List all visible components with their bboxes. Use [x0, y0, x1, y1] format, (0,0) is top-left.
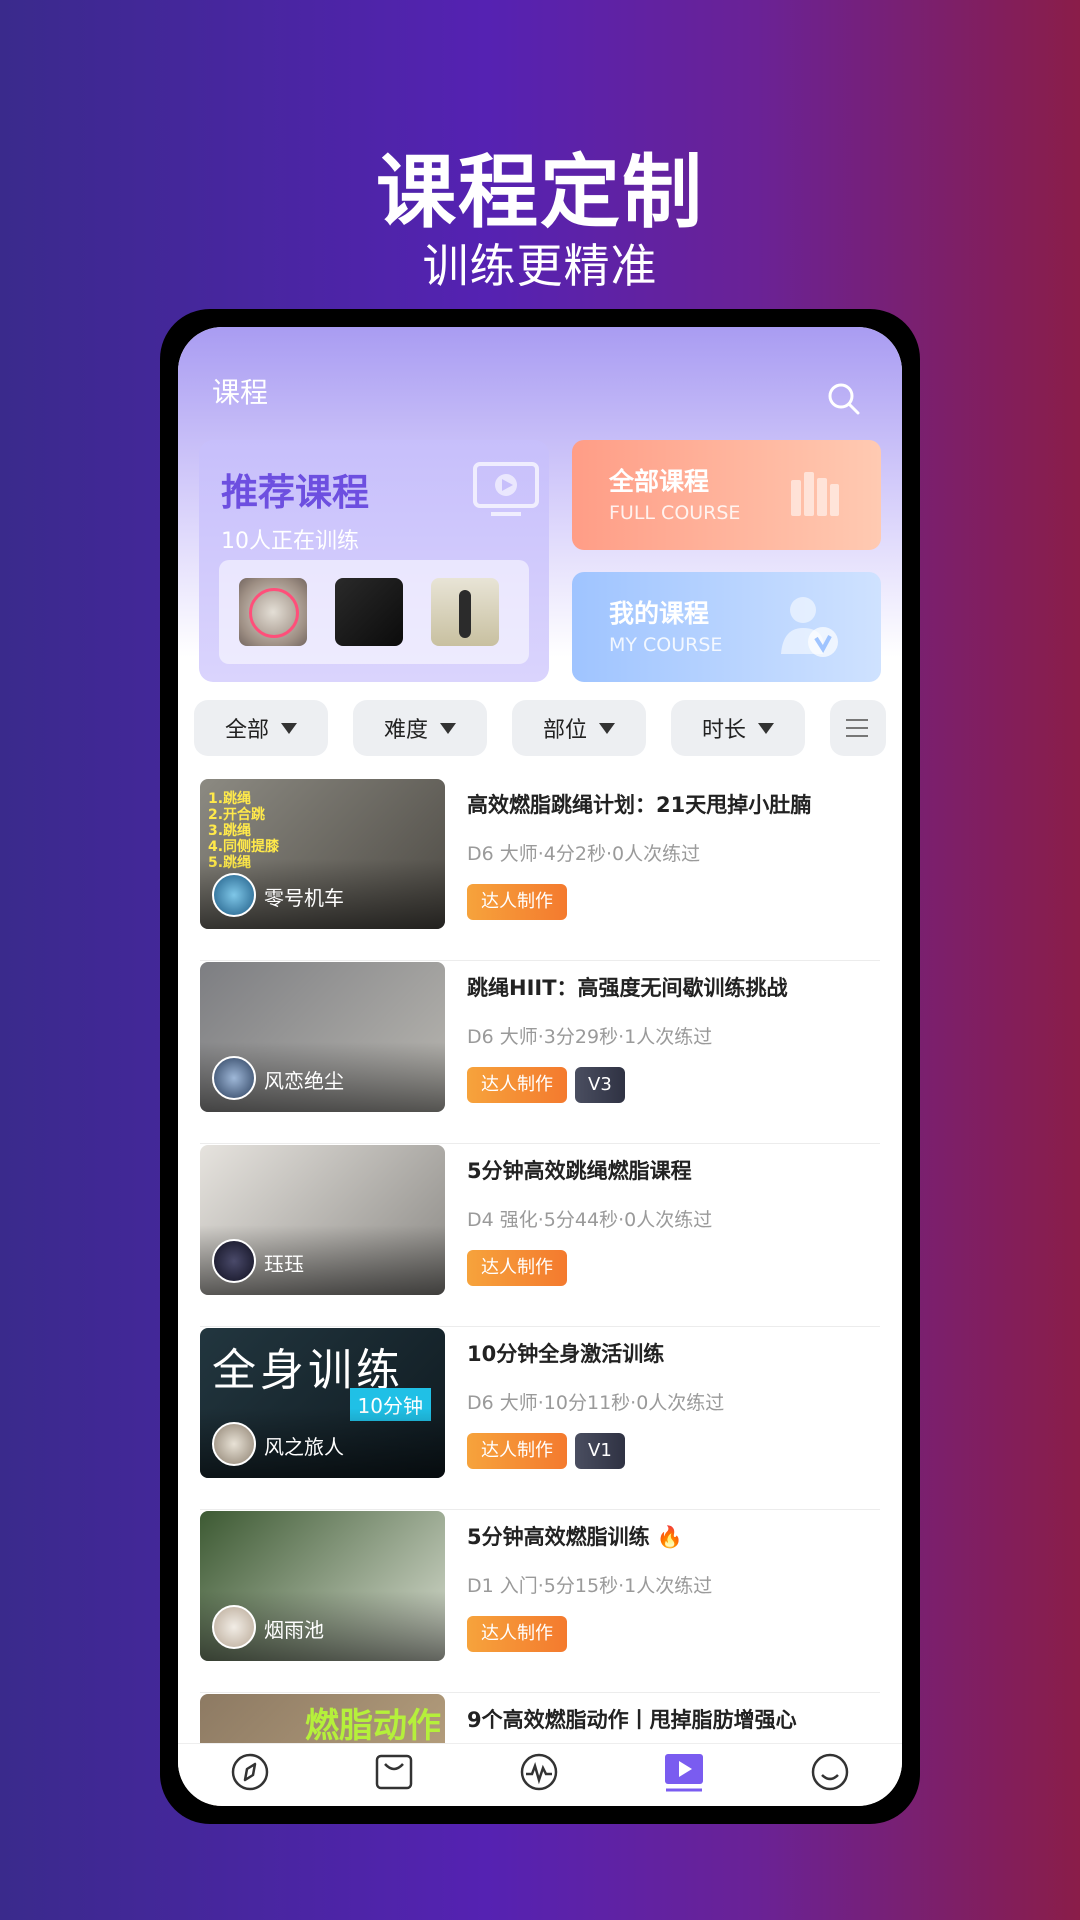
page-title: 课程: [212, 376, 269, 409]
bottom-tab-bar: [178, 1743, 902, 1806]
course-title: 5分钟高效跳绳燃脂课程: [467, 1159, 692, 1183]
app-screen: 课程 推荐课程 10人正在训练 全部课程 FULL COURSE 我的课程 MY…: [178, 327, 902, 1806]
level-badge: V3: [575, 1067, 625, 1103]
filter-difficulty-label: 难度: [383, 718, 428, 743]
recommend-card[interactable]: 推荐课程 10人正在训练: [199, 440, 549, 682]
creator-badge: 达人制作: [467, 1433, 567, 1469]
course-title: 9个高效燃脂动作丨甩掉脂肪增强心: [467, 1708, 797, 1732]
course-item[interactable]: 珏珏 5分钟高效跳绳燃脂课程 D4 强化·5分44秒·0人次练过 达人制作: [200, 1145, 880, 1327]
course-thumbnail: 珏珏: [200, 1145, 445, 1295]
course-thumbnail: 风恋绝尘: [200, 962, 445, 1112]
filter-difficulty[interactable]: 难度: [353, 700, 487, 756]
course-author: 珏珏: [264, 1252, 304, 1276]
all-course-title: 全部课程: [609, 467, 710, 496]
recommend-thumb-2[interactable]: [335, 578, 403, 646]
caret-down-icon: [440, 722, 456, 734]
course-title: 跳绳HIIT：高强度无间歇训练挑战: [467, 976, 788, 1000]
activity-icon[interactable]: [517, 1750, 561, 1794]
all-course-subtitle: FULL COURSE: [609, 502, 741, 524]
verified-user-icon: [781, 597, 838, 657]
avatar: [212, 1056, 256, 1100]
caret-down-icon: [758, 722, 774, 734]
smile-icon[interactable]: [808, 1750, 852, 1794]
recommend-thumb-3[interactable]: [431, 578, 499, 646]
course-title: 10分钟全身激活训练: [467, 1342, 665, 1366]
avatar: [212, 873, 256, 917]
video-screen-icon: [473, 462, 539, 516]
filter-body-part-label: 部位: [542, 718, 587, 743]
avatar: [212, 1605, 256, 1649]
caret-down-icon: [281, 722, 297, 734]
recommend-title: 推荐课程: [221, 471, 369, 514]
course-item[interactable]: 全身训练 10分钟 风之旅人 10分钟全身激活训练 D6 大师·10分11秒·0…: [200, 1328, 880, 1510]
course-item[interactable]: 1.跳绳 2.开合跳 3.跳绳 4.同侧提膝 5.跳绳 零号机车 高效燃脂跳绳计…: [200, 779, 880, 961]
course-item[interactable]: 烟雨池 5分钟高效燃脂训练 🔥 D1 入门·5分15秒·1人次练过 达人制作: [200, 1511, 880, 1693]
my-course-subtitle: MY COURSE: [609, 634, 723, 656]
filter-duration-label: 时长: [701, 718, 746, 743]
course-author: 烟雨池: [264, 1618, 324, 1642]
caret-down-icon: [599, 722, 615, 734]
my-course-card[interactable]: 我的课程 MY COURSE: [572, 572, 881, 682]
creator-badge: 达人制作: [467, 1067, 567, 1103]
course-meta: D1 入门·5分15秒·1人次练过: [467, 1575, 713, 1597]
course-meta: D4 强化·5分44秒·0人次练过: [467, 1209, 713, 1231]
filter-row: 全部 难度 部位 时长: [194, 700, 894, 758]
filter-menu-icon[interactable]: [830, 700, 886, 756]
course-thumbnail: 烟雨池: [200, 1511, 445, 1661]
avatar: [212, 1239, 256, 1283]
phone-frame: 课程 推荐课程 10人正在训练 全部课程 FULL COURSE 我的课程 MY…: [160, 309, 920, 1824]
course-author: 零号机车: [264, 886, 344, 910]
thumb-overlay-text: 燃脂动作: [305, 1706, 441, 1746]
course-title: 高效燃脂跳绳计划：21天甩掉小肚腩: [467, 793, 812, 817]
course-author: 风之旅人: [264, 1435, 344, 1459]
course-thumbnail: 1.跳绳 2.开合跳 3.跳绳 4.同侧提膝 5.跳绳 零号机车: [200, 779, 445, 929]
avatar: [212, 1422, 256, 1466]
course-thumbnail: 全身训练 10分钟 风之旅人: [200, 1328, 445, 1478]
course-title: 5分钟高效燃脂训练 🔥: [467, 1525, 684, 1549]
all-course-card[interactable]: 全部课程 FULL COURSE: [572, 440, 881, 550]
course-meta: D6 大师·10分11秒·0人次练过: [467, 1392, 725, 1414]
filter-duration[interactable]: 时长: [671, 700, 805, 756]
inbox-icon[interactable]: [372, 1750, 416, 1794]
header-background: 课程 推荐课程 10人正在训练 全部课程 FULL COURSE 我的课程 MY…: [178, 327, 902, 682]
level-badge: V1: [575, 1433, 625, 1469]
creator-badge: 达人制作: [467, 884, 567, 920]
creator-badge: 达人制作: [467, 1250, 567, 1286]
my-course-title: 我的课程: [609, 599, 710, 628]
course-meta: D6 大师·4分2秒·0人次练过: [467, 843, 701, 865]
filter-all[interactable]: 全部: [194, 700, 328, 756]
books-icon: [791, 472, 839, 516]
recommend-thumbnails: [219, 560, 529, 664]
filter-body-part[interactable]: 部位: [512, 700, 646, 756]
recommend-subtitle: 10人正在训练: [221, 529, 359, 554]
filter-all-label: 全部: [224, 718, 269, 743]
course-meta: D6 大师·3分29秒·1人次练过: [467, 1026, 713, 1048]
course-author: 风恋绝尘: [264, 1069, 344, 1093]
compass-icon[interactable]: [228, 1750, 272, 1794]
hero-title: 课程定制: [376, 146, 704, 239]
creator-badge: 达人制作: [467, 1616, 567, 1652]
course-item[interactable]: 风恋绝尘 跳绳HIIT：高强度无间歇训练挑战 D6 大师·3分29秒·1人次练过…: [200, 962, 880, 1144]
recommend-thumb-1[interactable]: [239, 578, 307, 646]
hero-subtitle: 训练更精准: [422, 239, 658, 293]
search-icon[interactable]: [824, 379, 864, 419]
play-icon[interactable]: [662, 1750, 706, 1794]
